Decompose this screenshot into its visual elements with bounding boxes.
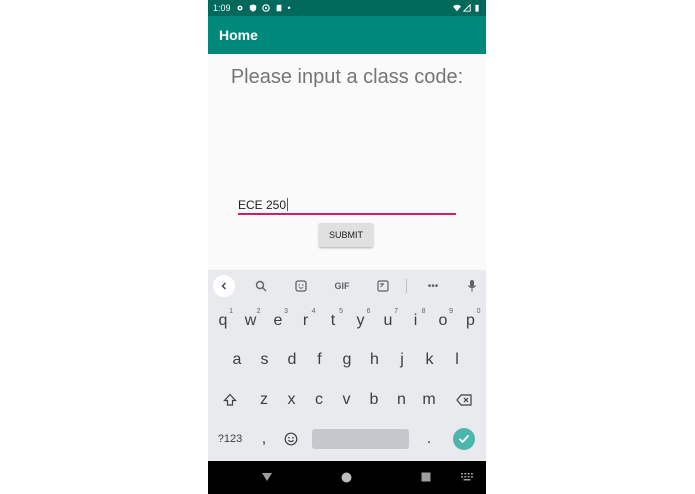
sd-card-icon [276,4,281,12]
search-icon [255,280,267,292]
key-label: u [383,312,393,329]
key-a[interactable]: a [224,345,250,375]
key-q[interactable]: q1 [210,306,236,336]
key-t[interactable]: t5 [320,306,346,336]
toolbar-divider [406,279,407,293]
soft-keyboard: GIF ••• q1w2e3r4t5y6u7i8o9p0 asdfghjkl z… [208,270,486,461]
key-label: i [413,312,418,329]
period-key[interactable]: . [416,424,442,454]
search-button[interactable] [253,278,269,294]
key-d[interactable]: d [279,345,305,375]
voice-input-button[interactable] [464,278,480,294]
key-label: o [438,312,448,329]
text-cursor [287,198,289,211]
gif-button[interactable]: GIF [332,278,352,294]
status-time: 1:09 [213,3,231,13]
sticker-icon [295,280,307,292]
enter-key[interactable] [453,428,475,450]
translate-icon [377,280,389,292]
key-label: q [218,312,228,329]
key-hint: 9 [449,308,453,315]
navigation-bar [208,461,486,494]
key-f[interactable]: f [307,345,333,375]
class-code-value: ECE 250 [238,198,287,212]
key-h[interactable]: h [362,345,388,375]
key-u[interactable]: u7 [375,306,401,336]
emoji-key[interactable] [278,424,304,454]
key-label: e [273,312,283,329]
settings-icon [236,5,243,11]
chevron-left-icon [221,282,226,290]
key-k[interactable]: k [417,345,443,375]
home-nav-icon[interactable] [341,472,352,483]
submit-button[interactable]: SUBMIT [319,223,373,247]
key-e[interactable]: e3 [265,306,291,336]
key-hint: 4 [311,308,316,315]
key-s[interactable]: s [252,345,278,375]
sticker-button[interactable] [293,278,309,294]
microphone-icon [468,280,476,292]
key-label: y [356,312,365,329]
key-hint: 0 [476,308,481,315]
class-code-input[interactable]: ECE 250 [238,196,456,215]
status-bar: 1:09 • [208,0,486,16]
keyboard-toolbar: GIF ••• [208,270,486,302]
key-hint: 6 [366,308,371,315]
key-p[interactable]: p0 [458,306,484,336]
prompt-text: Please input a class code: [230,66,464,88]
key-o[interactable]: o9 [430,306,456,336]
battery-icon [475,4,479,12]
emoji-icon [284,432,298,446]
phone-screen: 1:09 • Home Please input a class code: E… [208,0,486,494]
key-label: p [466,312,475,329]
cell-signal-icon [463,4,471,12]
key-w[interactable]: w2 [238,306,264,336]
more-button[interactable]: ••• [423,278,443,294]
shield-icon [249,4,256,12]
notification-dot: • [287,3,291,13]
app-bar: Home [208,16,486,54]
key-m[interactable]: m [416,385,442,415]
key-y[interactable]: y6 [348,306,374,336]
backspace-icon [456,394,472,406]
key-g[interactable]: g [334,345,360,375]
key-v[interactable]: v [334,385,360,415]
key-label: t [330,312,336,329]
shift-key[interactable] [217,385,243,415]
key-i[interactable]: i8 [403,306,429,336]
key-hint: 8 [421,308,426,315]
keyboard-switch-icon[interactable] [461,473,473,481]
translate-button[interactable] [375,278,391,294]
key-z[interactable]: z [251,385,277,415]
key-hint: 1 [229,308,233,315]
key-x[interactable]: x [279,385,305,415]
check-icon [458,434,470,444]
space-key[interactable] [312,429,409,449]
back-nav-icon[interactable] [261,472,273,482]
key-l[interactable]: l [444,345,470,375]
key-label: r [302,312,309,329]
sync-icon [261,4,270,12]
key-hint: 5 [339,308,343,315]
key-label: w [244,312,257,329]
key-hint: 7 [394,308,398,315]
app-bar-title: Home [219,27,258,43]
key-c[interactable]: c [306,385,332,415]
key-hint: 3 [284,308,288,315]
key-hint: 2 [256,308,261,315]
key-r[interactable]: r4 [293,306,319,336]
key-n[interactable]: n [389,385,415,415]
comma-key[interactable]: , [251,424,277,454]
collapse-toolbar-button[interactable] [213,275,235,297]
key-b[interactable]: b [361,385,387,415]
symbols-key[interactable]: ?123 [216,424,244,454]
wifi-icon [453,4,461,12]
recents-nav-icon[interactable] [421,472,431,482]
shift-icon [223,393,237,406]
backspace-key[interactable] [451,385,477,415]
key-j[interactable]: j [389,345,415,375]
